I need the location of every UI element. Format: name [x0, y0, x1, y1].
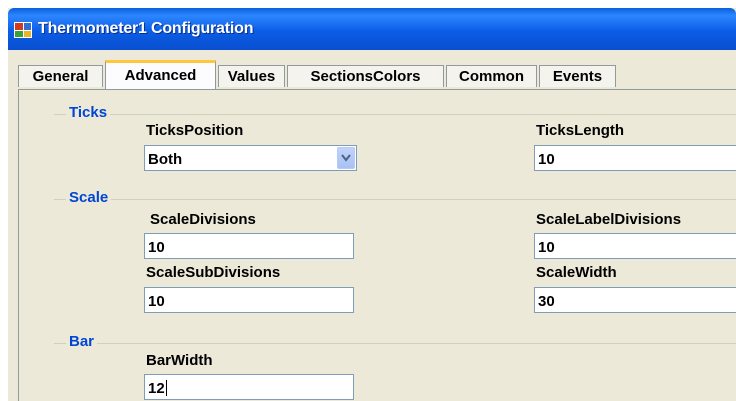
- scale-subdivisions-label: ScaleSubDivisions: [146, 264, 281, 281]
- scale-label-divisions-label: ScaleLabelDivisions: [536, 211, 682, 228]
- ticks-position-value: Both: [148, 151, 183, 168]
- ticks-length-input[interactable]: 10: [534, 145, 736, 171]
- scale-width-label: ScaleWidth: [536, 264, 617, 281]
- scale-subdivisions-input[interactable]: 10: [144, 287, 354, 313]
- scale-divisions-label: ScaleDivisions: [150, 211, 256, 228]
- text-caret: [165, 380, 167, 396]
- ticks-group-border: [54, 114, 736, 115]
- bar-group-border: [54, 343, 736, 344]
- app-icon: [14, 22, 32, 38]
- scale-group-border: [54, 199, 736, 200]
- ticks-group-label: Ticks: [66, 104, 111, 121]
- bar-width-input[interactable]: 12: [144, 374, 354, 400]
- tab-common[interactable]: Common: [446, 65, 537, 87]
- tab-advanced[interactable]: Advanced: [105, 60, 216, 89]
- title-bar[interactable]: Thermometer1 Configuration: [8, 8, 736, 50]
- bar-width-value: 12: [148, 380, 165, 397]
- scale-width-input[interactable]: 30: [534, 287, 736, 313]
- tab-sections-colors[interactable]: SectionsColors: [287, 65, 444, 87]
- tab-strip: General Advanced Values SectionsColors C…: [18, 60, 736, 90]
- scale-group-label: Scale: [66, 189, 112, 206]
- window-title: Thermometer1 Configuration: [38, 20, 254, 37]
- scale-divisions-input[interactable]: 10: [144, 233, 354, 259]
- tab-values[interactable]: Values: [218, 65, 285, 87]
- tab-events[interactable]: Events: [539, 65, 616, 87]
- bar-group-label: Bar: [66, 333, 98, 350]
- tab-general[interactable]: General: [18, 65, 103, 87]
- ticks-position-dropdown[interactable]: Both: [144, 145, 357, 171]
- config-window: Thermometer1 Configuration General Advan…: [8, 8, 736, 401]
- advanced-tab-page: Ticks TicksPosition Both TicksLength 10 …: [18, 89, 736, 401]
- chevron-down-icon[interactable]: [337, 147, 355, 169]
- ticks-length-label: TicksLength: [536, 122, 625, 139]
- scale-label-divisions-input[interactable]: 10: [534, 233, 736, 259]
- bar-width-label: BarWidth: [146, 352, 213, 369]
- ticks-position-label: TicksPosition: [146, 122, 244, 139]
